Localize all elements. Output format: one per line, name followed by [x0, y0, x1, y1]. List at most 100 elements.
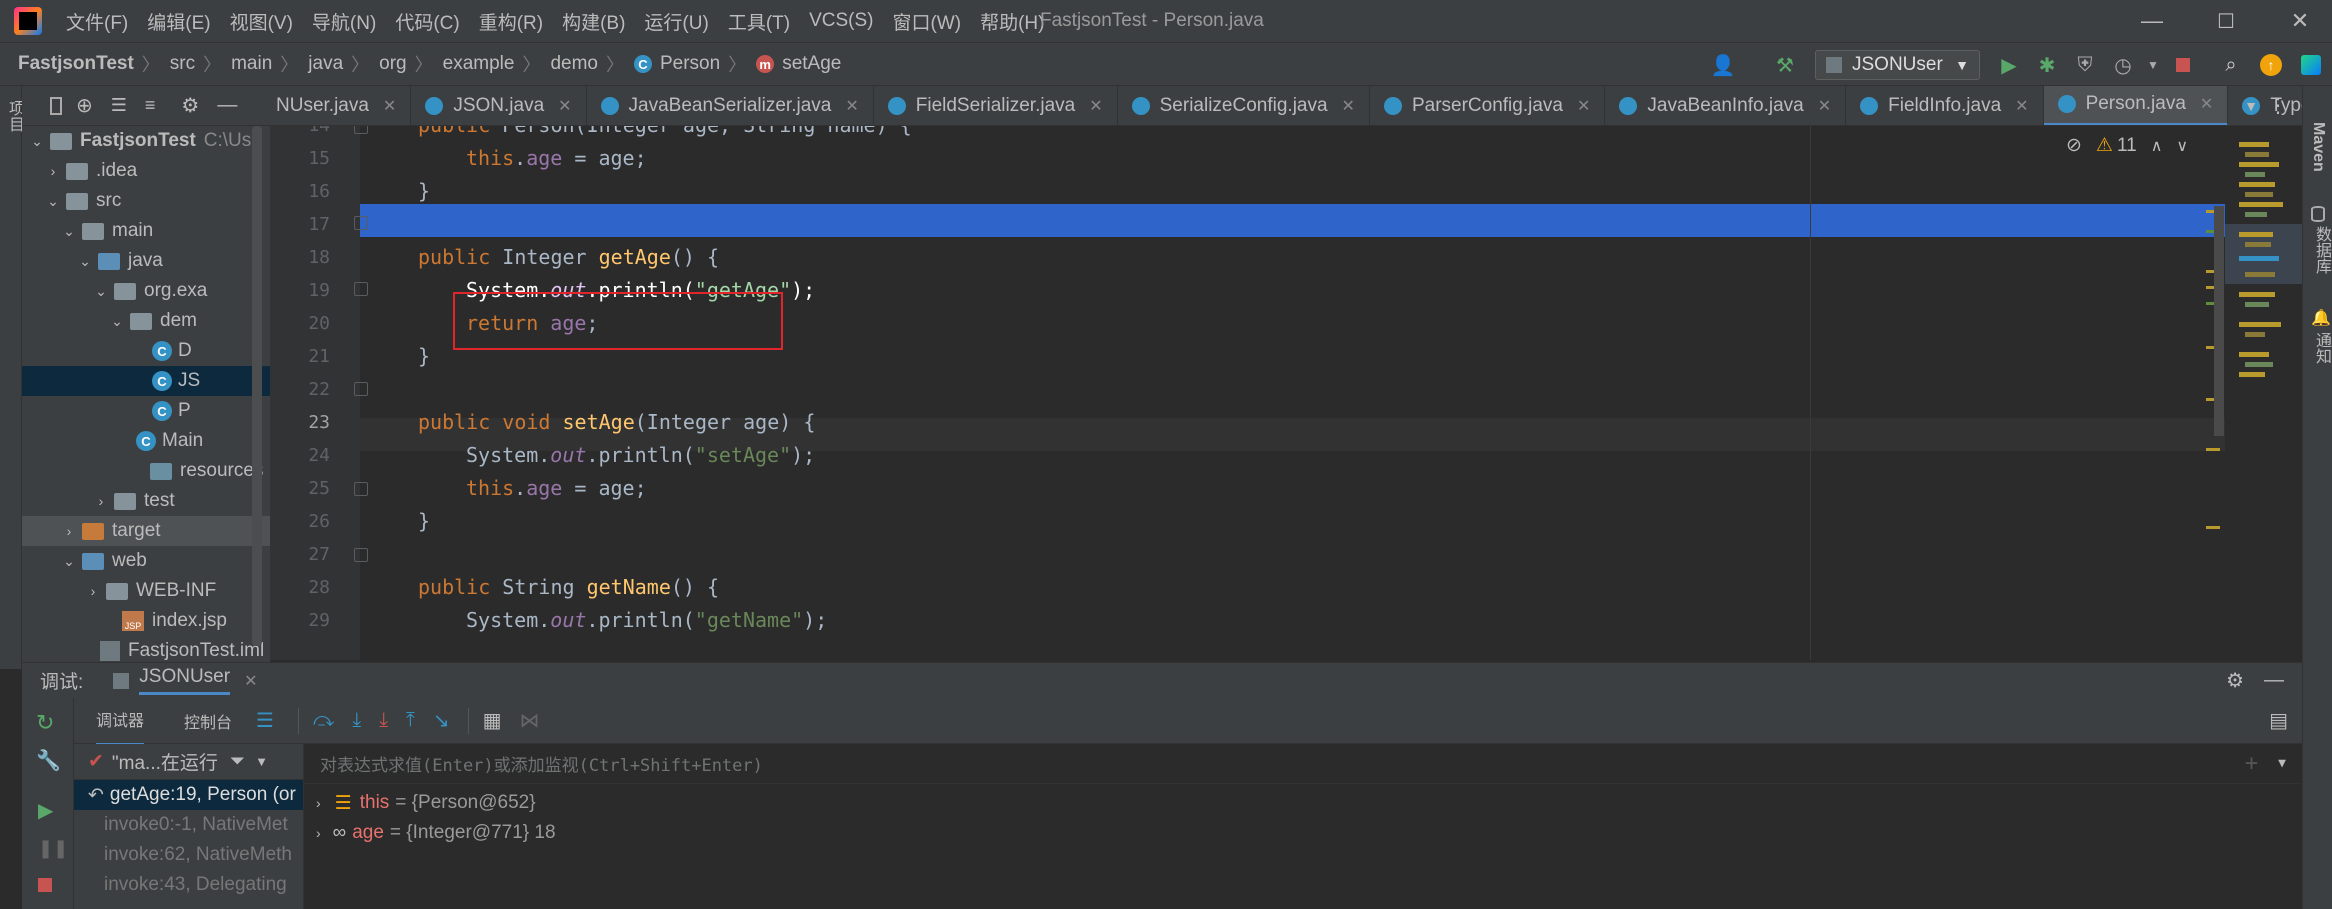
run-config-select[interactable]: JSONUser ▼: [1815, 50, 1980, 80]
tree-item-class-d[interactable]: CD: [22, 336, 270, 366]
stop-icon[interactable]: [38, 878, 52, 892]
breadcrumb-org[interactable]: org: [379, 53, 406, 75]
stripe-mark[interactable]: [2206, 526, 2220, 529]
breadcrumb-project[interactable]: FastjsonTest: [18, 53, 134, 75]
frame-row-selected[interactable]: ↶ getAge:19, Person (or: [74, 780, 303, 810]
settings-wrench-icon[interactable]: 🔧: [36, 748, 61, 773]
editor-scrollbar[interactable]: [2214, 206, 2224, 436]
more-run-arrow-icon[interactable]: ▼: [2140, 52, 2166, 78]
fold-marker-icon[interactable]: [354, 382, 368, 396]
tab-javabeaninfo[interactable]: JavaBeanInfo.java ✕: [1605, 86, 1847, 125]
close-tab-icon[interactable]: ✕: [2015, 96, 2028, 116]
menu-edit[interactable]: 编辑(E): [147, 8, 210, 35]
target-icon[interactable]: ⊕: [76, 93, 93, 118]
hide-panel-icon[interactable]: —: [2264, 669, 2284, 692]
tree-item-org-example[interactable]: ⌄ org.exa: [22, 276, 270, 306]
close-tab-icon[interactable]: ✕: [1818, 96, 1831, 116]
menu-window[interactable]: 窗口(W): [892, 8, 961, 35]
filter-icon[interactable]: ⏷: [230, 751, 245, 773]
reader-mode-icon[interactable]: ⊘: [2066, 134, 2082, 157]
run-to-cursor-icon[interactable]: ↘: [433, 708, 450, 733]
gear-icon[interactable]: ⚙: [2226, 668, 2244, 693]
run-icon[interactable]: ▶: [1996, 52, 2022, 78]
inspection-widget[interactable]: ⊘ ⚠ 11 ∧ ∨: [2066, 134, 2188, 157]
breadcrumb-person[interactable]: Person: [660, 53, 720, 75]
menu-vcs[interactable]: VCS(S): [809, 10, 873, 32]
tree-item-index-jsp[interactable]: JSP index.jsp: [22, 606, 270, 636]
hide-panel-icon[interactable]: —: [217, 94, 237, 117]
debug-bug-icon[interactable]: ✱: [2034, 52, 2060, 78]
tab-fieldserializer[interactable]: FieldSerializer.java ✕: [874, 86, 1118, 125]
user-icon[interactable]: 👤: [1710, 52, 1736, 78]
menu-run[interactable]: 运行(U): [644, 8, 708, 35]
tree-item-java[interactable]: ⌄ java: [22, 246, 270, 276]
maven-tool-label[interactable]: Maven: [2309, 122, 2327, 172]
step-out-icon[interactable]: ⤒: [406, 709, 415, 732]
tab-person[interactable]: Person.java ✕: [2043, 86, 2229, 125]
tab-debugger[interactable]: 调试器: [96, 695, 145, 746]
tree-item-web-inf[interactable]: › WEB-INF: [22, 576, 270, 606]
collapse-all-icon[interactable]: ≡: [145, 95, 156, 116]
tree-item-class-person[interactable]: CP: [22, 396, 270, 426]
fold-marker-icon[interactable]: [354, 548, 368, 562]
breadcrumb-demo[interactable]: demo: [550, 53, 598, 75]
expand-all-icon[interactable]: ☰: [111, 95, 127, 116]
tab-javabeanserializer[interactable]: JavaBeanSerializer.java ✕: [587, 86, 874, 125]
tab-json[interactable]: JSON.java ✕: [411, 86, 587, 125]
minimize-icon[interactable]: —: [2122, 4, 2182, 38]
notifications-tool-label[interactable]: 通知: [2309, 332, 2332, 364]
more-options-icon[interactable]: ⋮: [2268, 93, 2288, 118]
close-tab-icon[interactable]: ✕: [1577, 96, 1590, 116]
menu-build[interactable]: 构建(B): [562, 8, 625, 35]
jetbrains-icon[interactable]: [2298, 52, 2324, 78]
trace-icon[interactable]: ⋈: [520, 708, 540, 733]
tab-typeutils[interactable]: TypeUt: [2228, 86, 2302, 125]
code-editor[interactable]: 14 15 16 17 18 19 20 21 22 23 24 25 26 2…: [270, 126, 2302, 660]
breadcrumb-main[interactable]: main: [231, 53, 272, 75]
breadcrumb-example[interactable]: example: [443, 53, 515, 75]
fold-marker-icon[interactable]: [354, 482, 368, 496]
previous-highlight-icon[interactable]: ∧: [2151, 136, 2163, 156]
evaluate-expression-input[interactable]: 对表达式求值(Enter)或添加监视(Ctrl+Shift+Enter) + ▼: [304, 744, 2302, 784]
close-tab-icon[interactable]: ✕: [1089, 96, 1102, 116]
profile-icon[interactable]: ◷: [2110, 52, 2136, 78]
menu-view[interactable]: 视图(V): [230, 8, 293, 35]
expand-arrow-icon[interactable]: ›: [316, 825, 321, 841]
frame-row[interactable]: invoke:62, NativeMeth: [74, 840, 303, 870]
tree-item-web[interactable]: ⌄ web: [22, 546, 270, 576]
tree-item-class-main[interactable]: C Main: [22, 426, 270, 456]
layout-icon[interactable]: [50, 96, 62, 115]
breadcrumb-setage[interactable]: setAge: [782, 53, 841, 75]
menu-refactor[interactable]: 重构(R): [479, 8, 543, 35]
tree-item-project-root[interactable]: ⌄ FastjsonTest C:\Use: [22, 126, 270, 156]
fold-marker-icon[interactable]: [354, 126, 368, 134]
rerun-icon[interactable]: ↻: [36, 710, 54, 736]
update-icon[interactable]: ↑: [2258, 52, 2284, 78]
dropdown-arrow-icon[interactable]: ▼: [2278, 756, 2286, 771]
breadcrumb-java[interactable]: java: [308, 53, 343, 75]
stop-icon[interactable]: [2170, 52, 2196, 78]
next-highlight-icon[interactable]: ∨: [2176, 136, 2188, 156]
gear-icon[interactable]: ⚙: [181, 93, 199, 118]
tab-serializeconfig[interactable]: SerializeConfig.java ✕: [1118, 86, 1370, 125]
menu-file[interactable]: 文件(F): [66, 8, 128, 35]
tree-scrollbar[interactable]: [252, 126, 262, 646]
frame-row[interactable]: invoke0:-1, NativeMet: [74, 810, 303, 840]
minimap[interactable]: [2225, 126, 2302, 660]
frames-list-icon[interactable]: ☰: [256, 708, 274, 733]
tree-item-demo[interactable]: ⌄ dem: [22, 306, 270, 336]
variable-row-this[interactable]: › ☰ this = {Person@652}: [304, 788, 2302, 818]
close-tab-icon[interactable]: ✕: [2200, 94, 2213, 114]
frame-row[interactable]: invoke:43, Delegating: [74, 870, 303, 900]
breadcrumb-src[interactable]: src: [170, 53, 195, 75]
resume-icon[interactable]: ▶: [38, 798, 53, 823]
force-step-into-icon[interactable]: ⤓: [379, 709, 388, 732]
layout-icon[interactable]: ▤: [2269, 708, 2288, 733]
tree-item-test[interactable]: › test: [22, 486, 270, 516]
tree-item-target[interactable]: › target: [22, 516, 270, 546]
tab-fieldinfo[interactable]: FieldInfo.java ✕: [1846, 86, 2044, 125]
stripe-mark[interactable]: [2206, 448, 2220, 451]
tree-item-resources[interactable]: resources: [22, 456, 270, 486]
debug-session-tab[interactable]: JSONUser: [139, 666, 231, 695]
variable-row-age[interactable]: › ∞ age = {Integer@771} 18: [304, 818, 2302, 848]
